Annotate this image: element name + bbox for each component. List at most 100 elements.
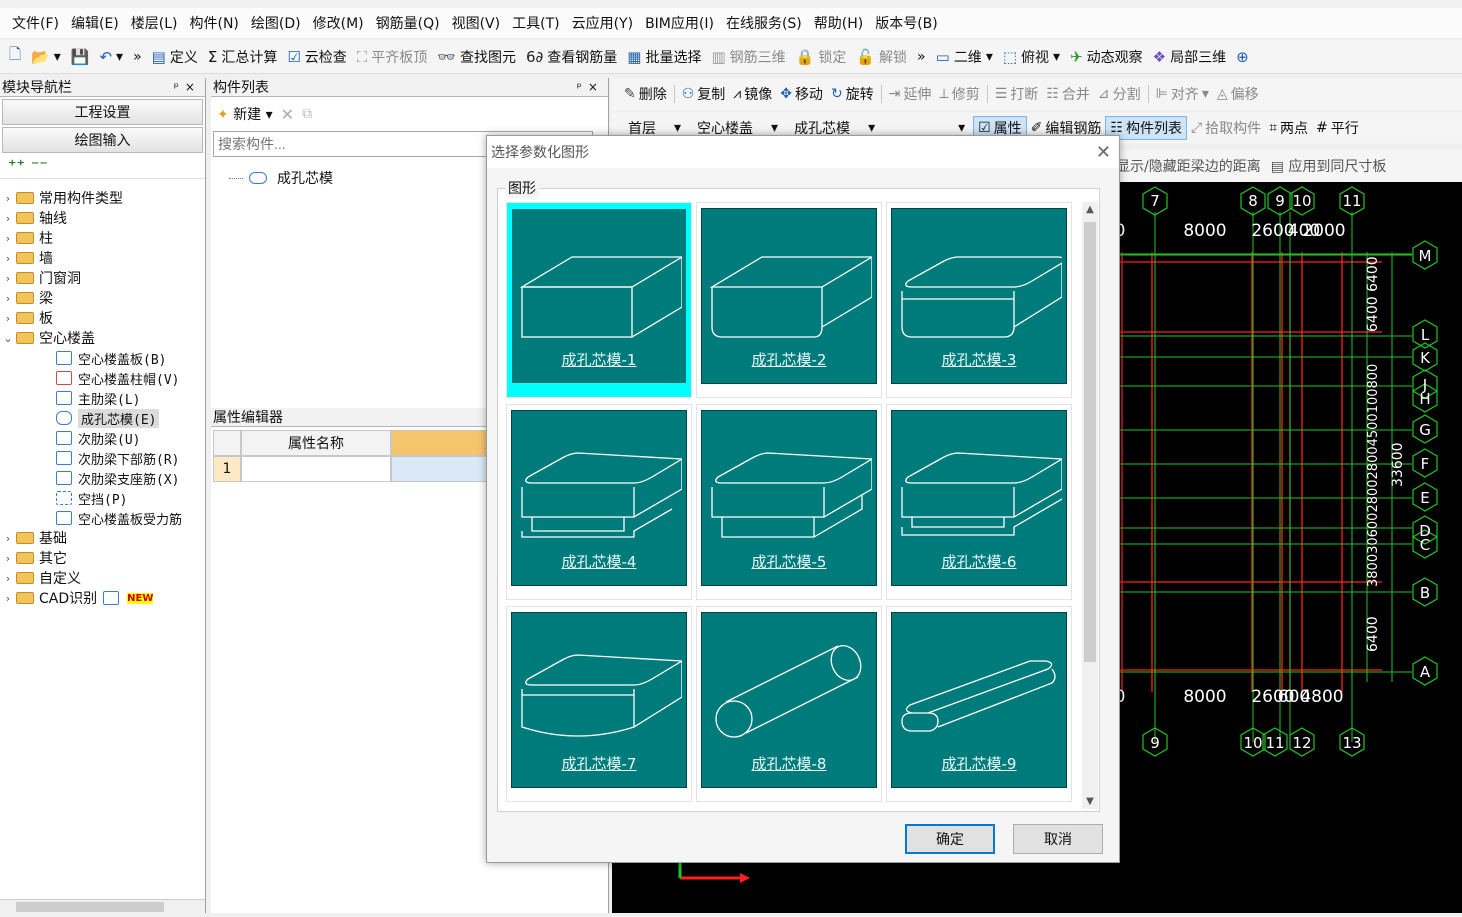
split-button[interactable]: ⊿ 分割 [1094,83,1145,105]
view-rebar-button[interactable]: 6∂ 查看钢筋量 [521,47,622,67]
offset-button[interactable]: ◬ 偏移 [1213,83,1263,105]
tree-item-foundation[interactable]: › 基础 [0,528,205,548]
rebar-3d-button[interactable]: ▥ 钢筋三维 [706,47,790,67]
zoom-button[interactable]: ⊕ [1231,48,1254,66]
flat-top-button[interactable]: ⛶ 平齐板顶 [352,47,433,67]
batch-select-button[interactable]: ▦ 批量选择 [622,47,706,67]
pin-close-icon[interactable]: ᵖ× [174,80,201,94]
tree-item-slab[interactable]: › 板 [0,308,205,328]
chevron-right-icon[interactable]: › [0,192,16,205]
rotate-button[interactable]: ↻ 旋转 [827,83,878,105]
tree-item-openings[interactable]: › 门窗洞 [0,268,205,288]
menu-version[interactable]: 版本号(B) [869,13,944,33]
shape-tile-8[interactable]: 成孔芯模-8 [696,606,882,802]
tree-child-sec-rib-support[interactable]: 次肋梁支座筋(X) [0,468,205,488]
menu-edit[interactable]: 编辑(E) [65,13,125,33]
cloud-check-button[interactable]: ☑ 云检查 [282,47,351,67]
menu-bim[interactable]: BIM应用(I) [639,13,720,33]
chevron-right-icon[interactable]: › [0,572,16,585]
menu-draw[interactable]: 绘图(D) [245,13,307,33]
copy-icon[interactable]: ⧉ [302,106,312,122]
move-button[interactable]: ✥ 移动 [776,83,827,105]
tree-item-common[interactable]: › 常用构件类型 [0,188,205,208]
tree-child-core-mold[interactable]: 成孔芯模(E) [0,408,205,428]
delete-x-icon[interactable]: ✕ [281,105,294,124]
top-view-dropdown[interactable]: ⬚ 俯视 ▾ [998,47,1065,67]
define-button[interactable]: ▤ 定义 [147,47,203,67]
tree-item-axis[interactable]: › 轴线 [0,208,205,228]
new-file-button[interactable]: 🗋 [4,44,26,69]
merge-button[interactable]: ☷ 合并 [1042,83,1094,105]
lock-button[interactable]: 🔒 锁定 [791,47,852,67]
break-button[interactable]: ☰ 打断 [991,83,1043,105]
dynamic-view-button[interactable]: ✈ 动态观察 [1065,47,1148,67]
tree-child-hollow-slab[interactable]: 空心楼盖板(B) [0,348,205,368]
apply-same-size-button[interactable]: ▤ 应用到同尺寸板 [1271,156,1387,176]
tree-child-slab-rebar[interactable]: 空心楼盖板受力筋 [0,508,205,528]
nav-hscrollbar[interactable] [0,899,205,913]
shape-tile-9[interactable]: 成孔芯模-9 [886,606,1072,802]
two-points-button[interactable]: ⌗ 两点 [1265,117,1312,139]
toolbar-overflow-1[interactable]: » [128,49,147,65]
shape-tile-5[interactable]: 成孔芯模-5 [696,404,882,600]
scroll-thumb[interactable] [16,902,164,912]
project-settings-button[interactable]: 工程设置 [2,99,203,125]
chevron-right-icon[interactable]: › [0,592,16,605]
pick-component-button[interactable]: ⤢ 拾取构件 [1187,117,1265,139]
extend-button[interactable]: ⇥ 延伸 [885,83,936,105]
menu-view[interactable]: 视图(V) [446,13,507,33]
parallel-button[interactable]: # 平行 [1312,117,1363,139]
align-dropdown[interactable]: ⊫ 对齐 ▾ [1152,83,1213,105]
chevron-right-icon[interactable]: › [0,212,16,225]
scroll-up-icon[interactable]: ▲ [1082,204,1098,215]
shape-tile-1[interactable]: 成孔芯模-1 [506,202,692,398]
chevron-right-icon[interactable]: › [0,292,16,305]
find-element-button[interactable]: 👓 查找图元 [432,47,521,67]
chevron-right-icon[interactable]: › [0,252,16,265]
copy-button[interactable]: ⚇ 复制 [678,83,730,105]
tree-item-beam[interactable]: › 梁 [0,288,205,308]
open-button[interactable]: 📂 ▾ [26,48,66,66]
tree-item-hollow-floor[interactable]: ⌄ 空心楼盖 [0,328,205,348]
sub-select[interactable]: ▾ [883,120,973,136]
new-component-button[interactable]: ✦ 新建 ▾ [217,104,273,124]
tree-child-gap[interactable]: 空挡(P) [0,488,205,508]
scroll-down-icon[interactable]: ▼ [1082,796,1098,807]
trim-button[interactable]: ⟂ 修剪 [935,83,983,105]
list-item[interactable]: 成孔芯模 [229,168,333,188]
tree-item-column[interactable]: › 柱 [0,228,205,248]
shape-tile-4[interactable]: 成孔芯模-4 [506,404,692,600]
save-button[interactable]: 💾 [66,48,95,66]
sum-button[interactable]: Σ 汇总计算 [203,47,282,67]
tree-item-custom[interactable]: › 自定义 [0,568,205,588]
close-icon[interactable]: ✕ [1096,142,1111,163]
mirror-button[interactable]: ⩘ 镜像 [729,83,776,105]
chevron-down-icon[interactable]: ⌄ [0,332,16,345]
menu-component[interactable]: 构件(N) [184,13,245,33]
tree-child-main-rib[interactable]: 主肋梁(L) [0,388,205,408]
shape-tile-3[interactable]: 成孔芯模-3 [886,202,1072,398]
view-2d-dropdown[interactable]: ▭ 二维 ▾ [931,47,998,67]
menu-cloud[interactable]: 云应用(Y) [566,13,639,33]
scroll-thumb[interactable] [1084,222,1096,662]
chevron-right-icon[interactable]: › [0,232,16,245]
chevron-right-icon[interactable]: › [0,272,16,285]
menu-online[interactable]: 在线服务(S) [720,13,808,33]
tree-item-other[interactable]: › 其它 [0,548,205,568]
collapse-all-icon[interactable]: ⁻⁻ [31,156,48,175]
menu-help[interactable]: 帮助(H) [808,13,869,33]
chevron-right-icon[interactable]: › [0,552,16,565]
unlock-button[interactable]: 🔓 解锁 [851,47,912,67]
menu-file[interactable]: 文件(F) [6,13,65,33]
local-3d-button[interactable]: ❖ 局部三维 [1148,47,1231,67]
chevron-right-icon[interactable]: › [0,312,16,325]
shape-tile-2[interactable]: 成孔芯模-2 [696,202,882,398]
menu-tools[interactable]: 工具(T) [506,13,565,33]
shape-tile-7[interactable]: 成孔芯模-7 [506,606,692,802]
ok-button[interactable]: 确定 [905,824,995,854]
menu-rebar[interactable]: 钢筋量(Q) [370,13,446,33]
chevron-right-icon[interactable]: › [0,532,16,545]
tree-item-cad[interactable]: › CAD识别 NEW [0,588,205,608]
tree-item-wall[interactable]: › 墙 [0,248,205,268]
toggle-beam-distance-button[interactable]: 显示/隐藏距梁边的距离 [1116,156,1261,176]
